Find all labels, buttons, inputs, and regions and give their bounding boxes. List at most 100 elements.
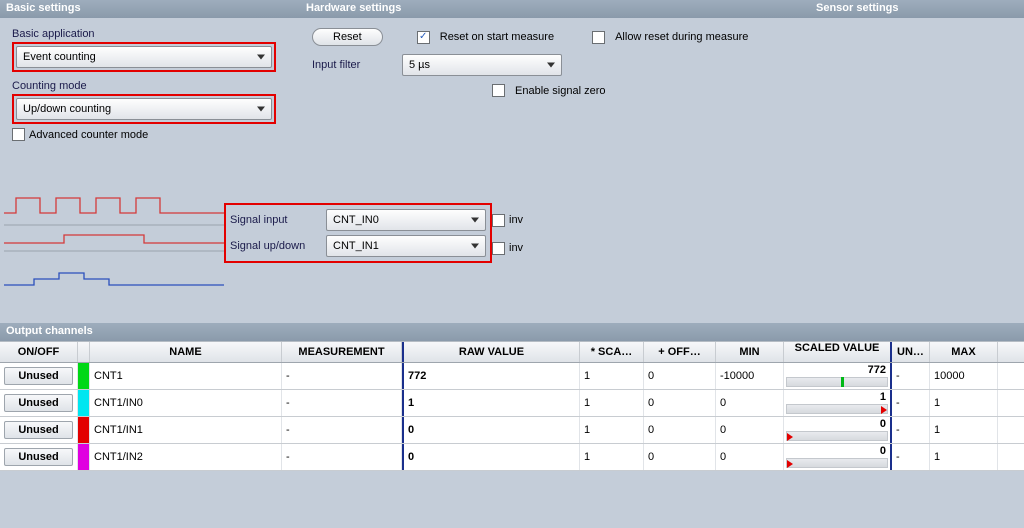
output-channels-header: Output channels [0, 323, 1024, 341]
unit-cell[interactable]: - [892, 417, 930, 443]
measurement-cell[interactable]: - [282, 417, 402, 443]
min-cell[interactable]: 0 [716, 390, 784, 416]
raw-value-cell: 772 [402, 363, 580, 389]
min-cell[interactable]: -10000 [716, 363, 784, 389]
unit-cell[interactable]: - [892, 363, 930, 389]
col-sca[interactable]: * SCA… [580, 342, 644, 362]
output-grid: ON/OFF NAME MEASUREMENT RAW VALUE * SCA…… [0, 341, 1024, 471]
measurement-cell[interactable]: - [282, 390, 402, 416]
max-cell[interactable]: 10000 [930, 363, 998, 389]
scaled-value-cell: 772 [784, 363, 892, 389]
measurement-cell[interactable]: - [282, 363, 402, 389]
signal-input-inv-checkbox[interactable] [492, 214, 505, 227]
col-name[interactable]: NAME [90, 342, 282, 362]
top-section-header: Basic settings Hardware settings Sensor … [0, 0, 1024, 18]
name-cell[interactable]: CNT1/IN0 [90, 390, 282, 416]
col-meas[interactable]: MEASUREMENT [282, 342, 402, 362]
name-cell[interactable]: CNT1 [90, 363, 282, 389]
unit-cell[interactable]: - [892, 390, 930, 416]
min-cell[interactable]: 0 [716, 417, 784, 443]
measurement-cell[interactable]: - [282, 444, 402, 470]
counting-mode-highlight: Up/down counting [12, 94, 276, 124]
counting-mode-dropdown[interactable]: Up/down counting [16, 98, 272, 120]
hardware-settings-column: Reset Reset on start measure Allow reset… [304, 24, 764, 143]
signal-input-dropdown[interactable]: CNT_IN0 [326, 209, 486, 231]
advanced-counter-row: Advanced counter mode [12, 128, 296, 141]
basic-application-highlight: Event counting [12, 42, 276, 72]
reset-on-start-checkbox[interactable] [417, 31, 430, 44]
hardware-settings-header: Hardware settings [306, 2, 816, 16]
signal-updown-inv-label: inv [509, 242, 523, 254]
table-row: UnusedCNT1/IN0-11001-1 [0, 390, 1024, 417]
scale-cell[interactable]: 1 [580, 417, 644, 443]
onoff-cell[interactable]: Unused [0, 363, 78, 389]
input-filter-dropdown[interactable]: 5 µs [402, 54, 562, 76]
enable-signal-zero-checkbox[interactable] [492, 84, 505, 97]
raw-value-cell: 0 [402, 444, 580, 470]
enable-signal-zero-label: Enable signal zero [515, 85, 606, 97]
signal-input-inv-label: inv [509, 214, 523, 226]
scaled-value-cell: 0 [784, 444, 892, 470]
reset-on-start-label: Reset on start measure [440, 31, 554, 43]
color-cell[interactable] [78, 390, 90, 416]
waveform-diagram [4, 193, 224, 293]
col-off[interactable]: + OFF… [644, 342, 716, 362]
onoff-cell[interactable]: Unused [0, 390, 78, 416]
onoff-cell[interactable]: Unused [0, 417, 78, 443]
unit-cell[interactable]: - [892, 444, 930, 470]
onoff-cell[interactable]: Unused [0, 444, 78, 470]
input-filter-label: Input filter [312, 59, 392, 71]
offset-cell[interactable]: 0 [644, 417, 716, 443]
col-color[interactable] [78, 342, 90, 362]
signal-controls: Signal input CNT_IN0 Signal up/down CNT_… [224, 193, 492, 293]
advanced-counter-checkbox[interactable] [12, 128, 25, 141]
offset-cell[interactable]: 0 [644, 363, 716, 389]
basic-application-label: Basic application [12, 28, 296, 40]
name-cell[interactable]: CNT1/IN1 [90, 417, 282, 443]
color-cell[interactable] [78, 363, 90, 389]
max-cell[interactable]: 1 [930, 444, 998, 470]
scale-cell[interactable]: 1 [580, 390, 644, 416]
col-onoff[interactable]: ON/OFF [0, 342, 78, 362]
col-scaled[interactable]: SCALED VALUE [784, 342, 892, 362]
offset-cell[interactable]: 0 [644, 444, 716, 470]
signal-dropdowns-highlight: Signal input CNT_IN0 Signal up/down CNT_… [224, 203, 492, 263]
signal-panel: Signal input CNT_IN0 Signal up/down CNT_… [0, 187, 1024, 323]
scale-cell[interactable]: 1 [580, 363, 644, 389]
name-cell[interactable]: CNT1/IN2 [90, 444, 282, 470]
basic-application-dropdown[interactable]: Event counting [16, 46, 272, 68]
counting-mode-value: Up/down counting [23, 103, 111, 115]
scaled-value-cell: 1 [784, 390, 892, 416]
raw-value-cell: 0 [402, 417, 580, 443]
raw-value-cell: 1 [402, 390, 580, 416]
input-filter-value: 5 µs [409, 59, 430, 71]
offset-cell[interactable]: 0 [644, 390, 716, 416]
scale-cell[interactable]: 1 [580, 444, 644, 470]
allow-reset-label: Allow reset during measure [615, 31, 748, 43]
color-cell[interactable] [78, 444, 90, 470]
counting-mode-label: Counting mode [12, 80, 296, 92]
output-grid-header: ON/OFF NAME MEASUREMENT RAW VALUE * SCA…… [0, 341, 1024, 363]
allow-reset-checkbox[interactable] [592, 31, 605, 44]
signal-updown-inv-checkbox[interactable] [492, 242, 505, 255]
basic-application-value: Event counting [23, 51, 96, 63]
col-raw[interactable]: RAW VALUE [402, 342, 580, 362]
signal-updown-dropdown[interactable]: CNT_IN1 [326, 235, 486, 257]
signal-input-value: CNT_IN0 [333, 214, 379, 226]
signal-updown-label: Signal up/down [230, 240, 322, 252]
table-row: UnusedCNT1/IN2-01000-1 [0, 444, 1024, 471]
advanced-counter-label: Advanced counter mode [29, 129, 148, 141]
signal-updown-value: CNT_IN1 [333, 240, 379, 252]
sensor-settings-header: Sensor settings [816, 2, 899, 16]
signal-input-label: Signal input [230, 214, 322, 226]
max-cell[interactable]: 1 [930, 390, 998, 416]
min-cell[interactable]: 0 [716, 444, 784, 470]
col-un[interactable]: UN… [892, 342, 930, 362]
col-max[interactable]: MAX [930, 342, 998, 362]
table-row: UnusedCNT1-77210-10000772-10000 [0, 363, 1024, 390]
reset-button[interactable]: Reset [312, 28, 383, 46]
col-min[interactable]: MIN [716, 342, 784, 362]
color-cell[interactable] [78, 417, 90, 443]
max-cell[interactable]: 1 [930, 417, 998, 443]
top-panel: Basic application Event counting Countin… [0, 18, 1024, 153]
